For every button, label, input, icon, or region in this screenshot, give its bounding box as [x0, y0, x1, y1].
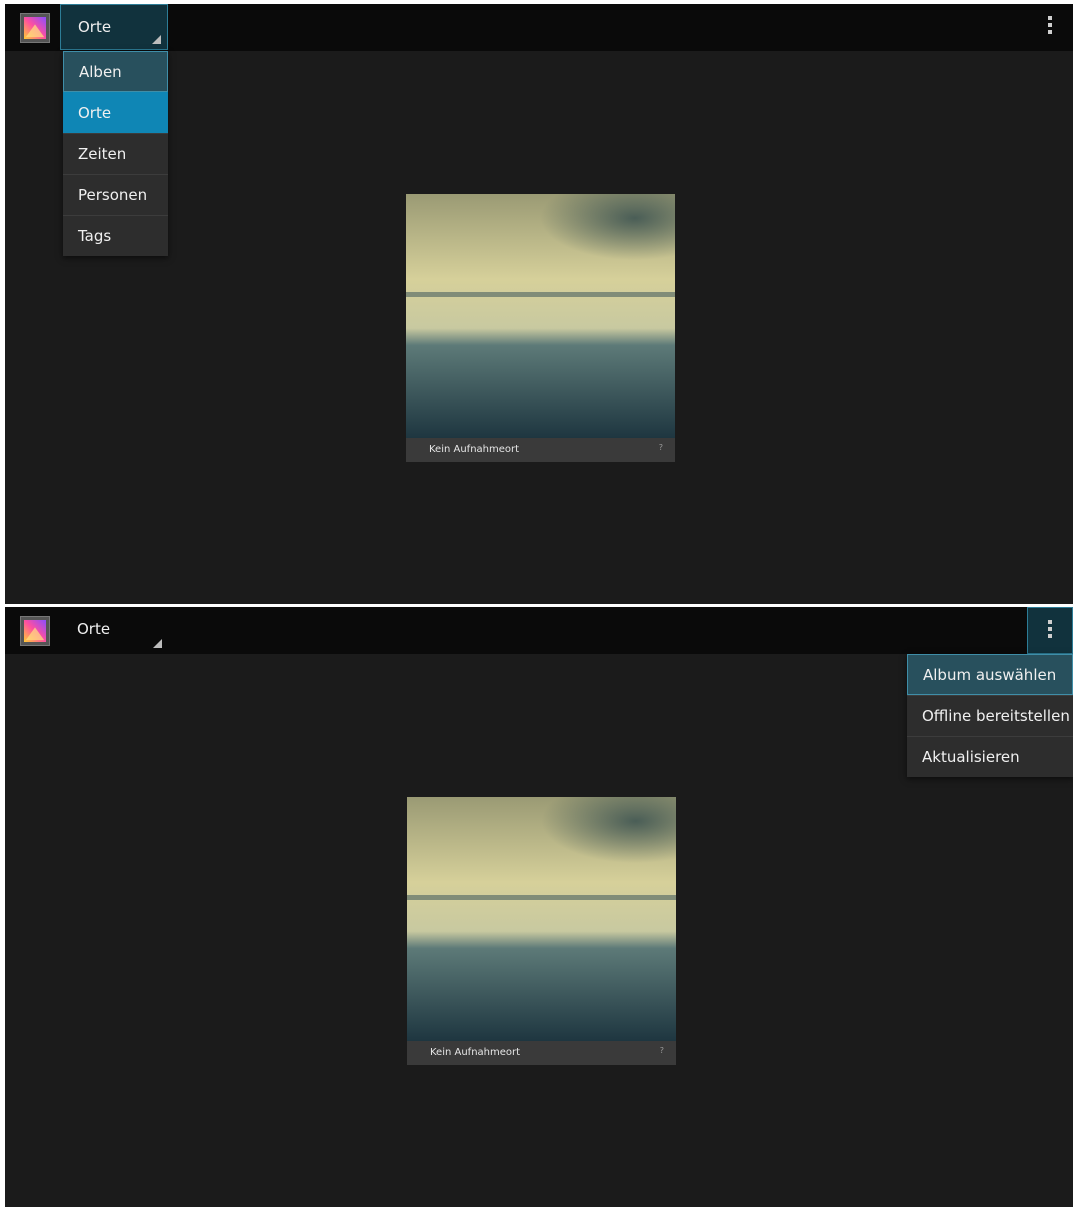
menu-item-refresh[interactable]: Aktualisieren: [907, 736, 1073, 777]
album-thumbnail: [407, 797, 676, 1041]
overflow-menu-button[interactable]: [1027, 607, 1073, 654]
tile-count: ?: [658, 443, 663, 452]
location-album-tile[interactable]: Kein Aufnahmeort ?: [407, 797, 676, 1065]
tile-caption-bar: Kein Aufnahmeort ?: [406, 438, 675, 462]
album-thumbnail: [406, 194, 675, 438]
location-album-tile[interactable]: Kein Aufnahmeort ?: [406, 194, 675, 462]
spinner-caret-icon: [153, 639, 162, 648]
menu-item-make-offline[interactable]: Offline bereitstellen: [907, 695, 1073, 736]
overflow-menu-icon: [1048, 620, 1052, 641]
nav-spinner-label: Orte: [77, 620, 111, 638]
gallery-screen-bottom: Orte Album auswählen Offline bereitstell…: [5, 607, 1073, 1207]
tile-count: ?: [659, 1046, 664, 1055]
nav-option-zeiten[interactable]: Zeiten: [63, 133, 168, 174]
nav-option-orte[interactable]: Orte: [63, 92, 168, 133]
nav-spinner[interactable]: Orte: [60, 4, 168, 50]
spinner-caret-icon: [152, 35, 161, 44]
gallery-icon[interactable]: [20, 13, 50, 43]
gallery-screen-top: Orte Alben Orte Zeiten Personen Tags Kei…: [5, 4, 1073, 604]
nav-spinner-label: Orte: [78, 18, 112, 36]
action-bar: Orte: [5, 607, 1073, 654]
overflow-menu-icon: [1048, 16, 1052, 37]
nav-option-alben[interactable]: Alben: [63, 51, 168, 92]
tile-caption: Kein Aufnahmeort: [429, 444, 520, 455]
menu-item-select-album[interactable]: Album auswählen: [907, 654, 1073, 695]
tile-caption-bar: Kein Aufnahmeort ?: [407, 1041, 676, 1065]
nav-spinner[interactable]: Orte: [60, 607, 168, 653]
overflow-menu: Album auswählen Offline bereitstellen Ak…: [907, 654, 1073, 777]
nav-dropdown: Alben Orte Zeiten Personen Tags: [63, 51, 168, 256]
nav-option-personen[interactable]: Personen: [63, 174, 168, 215]
nav-option-tags[interactable]: Tags: [63, 215, 168, 256]
gallery-icon[interactable]: [20, 616, 50, 646]
tile-caption: Kein Aufnahmeort: [430, 1047, 521, 1058]
action-bar: Orte: [5, 4, 1073, 51]
overflow-menu-button[interactable]: [1027, 4, 1073, 51]
